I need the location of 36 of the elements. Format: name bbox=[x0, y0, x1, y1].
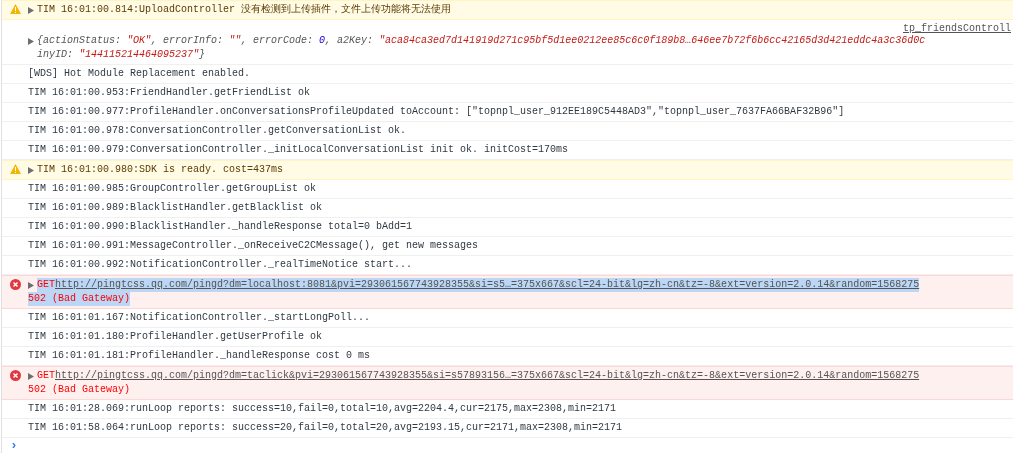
log-message: TIM 16:01:00.979:ConversationController._initLocalConversationList init ok. initCost=170ms bbox=[28, 143, 570, 157]
log-message: TIM 16:01:00.978:ConversationController.getConversationList ok. bbox=[28, 124, 408, 138]
log-message: TIM 16:01:00.977:ProfileHandler.onConversationsProfileUpdated toAccount: ["topnpl_user_912EE189C5448AD3","topnpl_user_7637FA66BAF32B96"] bbox=[28, 105, 846, 119]
error-icon bbox=[10, 279, 21, 290]
log-message: [WDS] Hot Module Replacement enabled. bbox=[28, 67, 252, 81]
log-message: TIM 16:01:00.953:FriendHandler.getFriendList ok bbox=[28, 86, 312, 100]
log-message: TIM 16:01:00.992:NotificationController._realTimeNotice start... bbox=[28, 258, 414, 272]
log-message: TIM 16:01:00.985:GroupController.getGroupList ok bbox=[28, 182, 318, 196]
log-message: TIM 16:01:58.064:runLoop reports: success=20,fail=0,total=20,avg=2193.15,cur=2171,max=2308,min=2171 bbox=[28, 421, 624, 435]
request-url-link[interactable]: http://pingtcss.qq.com/pingd?dm=taclick&pvi=293061567743928355&si=s57893156…=375x667&scl=24-bit&lg=zh-cn&tz=-8&ext=version=2.0.14&random=1568275 bbox=[55, 369, 920, 383]
console-prompt[interactable]: › bbox=[2, 438, 18, 453]
log-message: TIM 16:01:00.989:BlacklistHandler.getBlacklist ok bbox=[28, 201, 324, 215]
source-link[interactable]: tp_friendsControll bbox=[902, 22, 1011, 34]
request-method: GET bbox=[37, 369, 55, 383]
warning-icon bbox=[10, 4, 21, 14]
log-message: TIM 16:01:28.069:runLoop reports: success=10,fail=0,total=10,avg=2204.4,cur=2175,max=2308,min=2171 bbox=[28, 402, 618, 416]
error-status: 502 (Bad Gateway) bbox=[28, 383, 131, 397]
log-message: TIM 16:01:01.180:ProfileHandler.getUserProfile ok bbox=[28, 330, 324, 344]
expand-arrow-icon[interactable] bbox=[28, 38, 34, 45]
object-preview: inyID: "144115214464095237"} bbox=[37, 48, 207, 62]
log-message: TIM 16:01:01.167:NotificationController._startLongPoll... bbox=[28, 311, 372, 325]
warning-message: TIM 16:01:00.814:UploadController 没有检测到上传插件，文件上传功能将无法使用 bbox=[37, 3, 452, 17]
object-preview: {actionStatus: "OK", errorInfo: "", errorCode: 0, a2Key: "aca84ca3ed7d141919d271c95bf5d1ee0212ee85c6c0f189b8…646ee7b72f6b6cc42165d3d421eddc4a3c36d0c bbox=[37, 34, 926, 48]
log-message: TIM 16:01:00.990:BlacklistHandler._handleResponse total=0 bAdd=1 bbox=[28, 220, 414, 234]
expand-arrow-icon[interactable] bbox=[28, 373, 34, 380]
log-message: TIM 16:01:01.181:ProfileHandler._handleResponse cost 0 ms bbox=[28, 349, 372, 363]
expand-arrow-icon[interactable] bbox=[28, 7, 34, 14]
expand-arrow-icon[interactable] bbox=[28, 167, 34, 174]
log-message: TIM 16:01:00.991:MessageController._onReceiveC2CMessage(), get new messages bbox=[28, 239, 480, 253]
request-url-link[interactable]: http://pingtcss.qq.com/pingd?dm=localhost:8081&pvi=293061567743928355&si=s5…=375x667&scl=24-bit&lg=zh-cn&tz=-8&ext=version=2.0.14&random=1568275 bbox=[55, 278, 920, 292]
expand-arrow-icon[interactable] bbox=[28, 282, 34, 289]
warning-icon bbox=[10, 164, 21, 174]
warning-message: TIM 16:01:00.980:SDK is ready. cost=437ms bbox=[37, 163, 284, 177]
error-status: 502 (Bad Gateway) bbox=[28, 292, 131, 306]
request-method: GET bbox=[37, 278, 55, 292]
error-icon bbox=[10, 370, 21, 381]
